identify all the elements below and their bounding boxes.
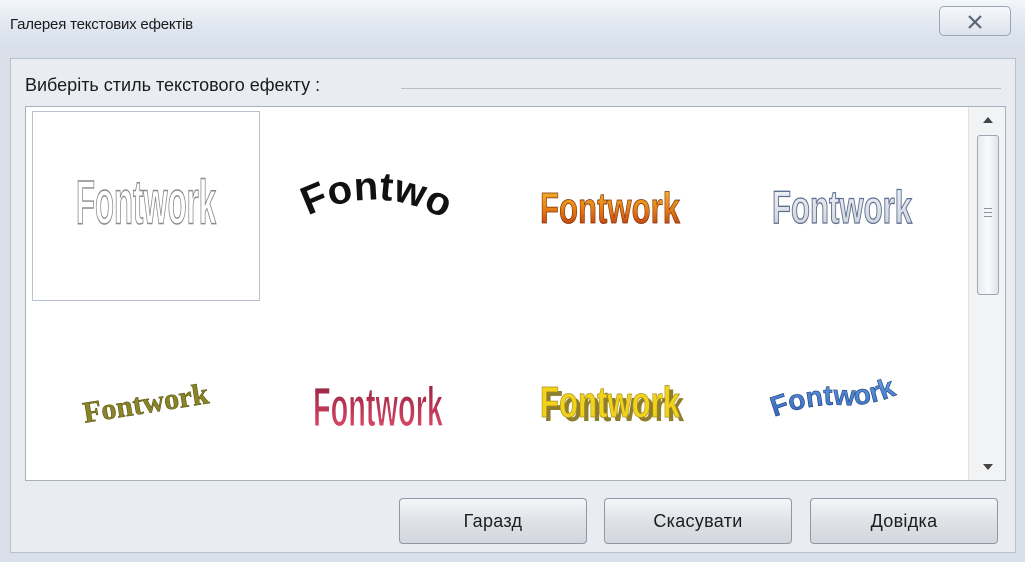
- effect-item-black-arch[interactable]: Fontwork: [264, 111, 492, 301]
- effects-gallery: Fontwork Fontwork: [25, 106, 1006, 481]
- cancel-button[interactable]: Скасувати: [604, 498, 792, 544]
- grip-icon: [984, 208, 992, 217]
- close-button[interactable]: [939, 6, 1011, 36]
- effect-item-silver-outline[interactable]: Fontwork: [728, 111, 956, 301]
- svg-text:Fontwork: Fontwork: [293, 161, 459, 227]
- svg-text:Fontwork: Fontwork: [76, 168, 216, 238]
- effect-item-pink-perspective[interactable]: Fontwork: [264, 305, 492, 480]
- fontwork-preview: Fontwork: [313, 376, 444, 439]
- fontwork-preview: Fontwork: [771, 180, 913, 233]
- effect-item-olive-slant[interactable]: Fontwork: [32, 305, 260, 480]
- fontwork-preview: Fontwork: [80, 377, 212, 430]
- arrow-down-icon: [982, 464, 993, 470]
- fontwork-preview: Fontwork: [75, 168, 216, 239]
- svg-text:Fontwork: Fontwork: [766, 371, 899, 422]
- close-icon: [968, 15, 982, 29]
- scroll-down-button[interactable]: [969, 454, 1005, 480]
- dialog-window: Галерея текстових ефектів Виберіть стиль…: [0, 0, 1025, 562]
- gallery-scrollbar[interactable]: [968, 107, 1005, 480]
- svg-text:Fontwork: Fontwork: [540, 184, 680, 233]
- svg-text:Fontwork: Fontwork: [81, 377, 212, 429]
- gallery-group-label: Виберіть стиль текстового ефекту :: [25, 75, 327, 96]
- dialog-body: Виберіть стиль текстового ефекту : Fontw…: [10, 58, 1016, 553]
- title-bar[interactable]: Галерея текстових ефектів: [0, 0, 1025, 48]
- arrow-up-icon: [982, 117, 993, 123]
- effect-item-yellow-3d[interactable]: Fontwork Fontwork: [496, 305, 724, 480]
- scroll-thumb[interactable]: [977, 135, 999, 295]
- effect-item-orange-fire[interactable]: Fontwork: [496, 111, 724, 301]
- fontwork-preview: Fontwork: [293, 161, 459, 227]
- group-divider: [401, 88, 1001, 89]
- effect-item-blue-wave[interactable]: Fontwork: [728, 305, 956, 480]
- help-button[interactable]: Довідка: [810, 498, 998, 544]
- svg-text:Fontwork: Fontwork: [540, 378, 680, 427]
- scroll-up-button[interactable]: [969, 107, 1005, 133]
- svg-text:Fontwork: Fontwork: [772, 181, 912, 233]
- fontwork-preview: Fontwork: [766, 371, 900, 423]
- svg-text:Fontwork: Fontwork: [313, 376, 444, 438]
- window-title: Галерея текстових ефектів: [10, 16, 193, 33]
- effects-grid: Fontwork Fontwork: [32, 111, 960, 471]
- fontwork-preview: Fontwork Fontwork: [540, 378, 685, 431]
- fontwork-preview: Fontwork: [540, 184, 681, 234]
- effect-item-outline-gray[interactable]: Fontwork: [32, 111, 260, 301]
- ok-button[interactable]: Гаразд: [399, 498, 587, 544]
